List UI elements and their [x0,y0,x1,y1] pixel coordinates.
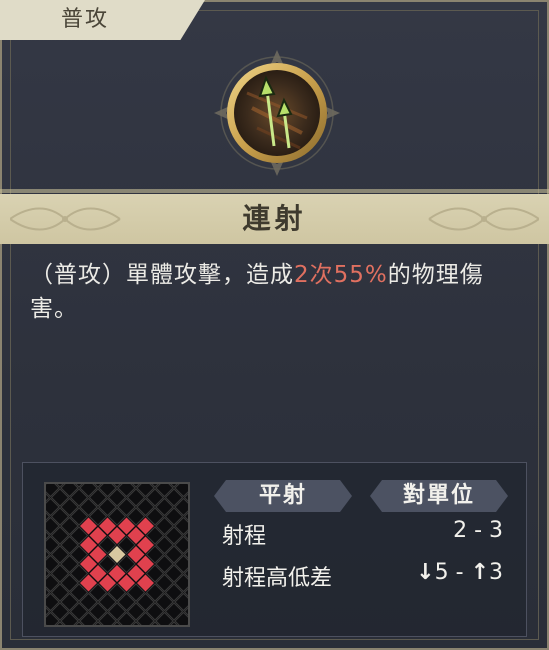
range-grid-svg [31,469,203,640]
height-down-value: 5 [434,560,449,585]
title-divider [0,189,549,193]
target-pill-label: 對單位 [402,483,475,508]
skill-description: （普攻）單體攻擊，造成2次55%的物理傷害。 [30,258,525,326]
down-arrow-icon: ↓ [416,560,435,585]
category-label: 普攻 [60,7,109,32]
description-prefix: （普攻）單體攻擊，造成 [30,262,294,288]
up-arrow-icon: ↑ [470,560,489,585]
shape-pill-label: 平射 [258,483,307,508]
range-grid [31,469,203,640]
description-percent: 55% [333,262,388,288]
description-hits: 2次 [294,262,334,288]
range-value: 2 - 3 [453,518,503,543]
height-up-value: 3 [489,560,503,585]
height-separator: - [455,560,464,585]
skill-icon [212,48,342,178]
range-label: 射程 [222,524,267,549]
height-diff-label: 射程高低差 [222,566,333,591]
skill-name: 連射 [242,202,307,235]
double-arrow-icon [214,50,340,176]
height-diff-value: ↓5 - ↑3 [416,560,503,585]
